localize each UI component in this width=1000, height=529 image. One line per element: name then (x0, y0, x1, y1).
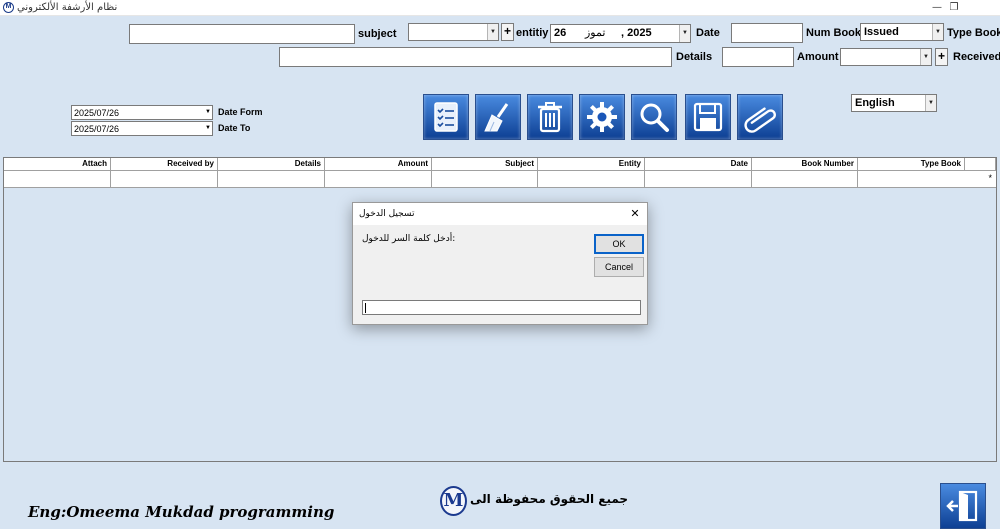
column-header-date[interactable]: Date (645, 158, 752, 171)
search-button[interactable] (631, 94, 677, 140)
row-header-corner (965, 158, 996, 171)
exit-button[interactable] (940, 483, 986, 529)
subject-label: subject (358, 28, 397, 40)
new-row-cell[interactable] (432, 171, 538, 187)
new-row-cell[interactable] (752, 171, 858, 187)
received-combo[interactable]: ▼ (840, 48, 932, 66)
new-row-cell[interactable] (325, 171, 432, 187)
num-book-field[interactable] (731, 23, 803, 43)
column-header-subject[interactable]: Subject (432, 158, 538, 171)
dialog-title-bar: تسجيل الدخول ✕ (353, 203, 647, 225)
cancel-button[interactable]: Cancel (594, 257, 644, 277)
close-icon[interactable]: ✕ (627, 206, 643, 222)
new-row-marker: * (988, 173, 992, 183)
num-book-label: Num Book (806, 27, 861, 39)
column-header-received-by[interactable]: Received by (111, 158, 218, 171)
checklist-icon (434, 102, 458, 132)
column-header-attach[interactable]: Attach (4, 158, 111, 171)
developer-signature: Eng:Omeema Mukdad programming (28, 503, 335, 521)
dialog-title: تسجيل الدخول (359, 209, 415, 219)
date-day: 26 (554, 27, 567, 39)
new-row-cell[interactable] (538, 171, 645, 187)
date-month: تموز (585, 27, 606, 39)
broom-icon (484, 103, 509, 132)
paperclip-icon (744, 107, 776, 133)
clear-button[interactable] (475, 94, 521, 140)
column-header-details[interactable]: Details (218, 158, 325, 171)
title-bar: M نظام الأرشفة الألكتروني — ❐ (0, 0, 1000, 16)
dialog-prompt: أدخل كلمة السر للدخول: (362, 234, 456, 244)
search-icon (640, 103, 669, 132)
delete-button[interactable] (527, 94, 573, 140)
amount-field[interactable] (722, 47, 794, 67)
date-to-value: 2025/07/26 (74, 124, 120, 134)
new-row-cell[interactable] (218, 171, 325, 187)
save-icon (693, 102, 723, 132)
entity-label: entitiy (516, 27, 549, 39)
window-title: نظام الأرشفة الألكتروني (17, 2, 118, 13)
entity-combo[interactable]: ▼ (408, 23, 499, 41)
password-input[interactable] (362, 300, 641, 315)
settings-button[interactable] (579, 94, 625, 140)
date-label: Date (696, 27, 720, 39)
subject-field[interactable] (129, 24, 355, 44)
restore-button[interactable]: ❐ (943, 0, 965, 16)
received-label: Received (953, 51, 1000, 63)
date-picker[interactable]: 26 تموز , 2025 ▼ (550, 24, 691, 43)
copyright-text: جميع الحقوق محفوظة الى (470, 492, 629, 506)
login-dialog: تسجيل الدخول ✕ أدخل كلمة السر للدخول: OK… (352, 202, 648, 325)
text-caret (365, 303, 366, 313)
chevron-down-icon[interactable]: ▼ (679, 25, 690, 42)
app-logo: M (3, 2, 14, 13)
ok-button[interactable]: OK (594, 234, 644, 254)
language-value: English (855, 97, 895, 109)
column-header-book-number[interactable]: Book Number (752, 158, 858, 171)
save-button[interactable] (685, 94, 731, 140)
gear-icon (587, 102, 617, 132)
details-label: Details (676, 51, 713, 63)
type-book-combo[interactable]: Issued ▼ (860, 23, 944, 41)
column-header-type-book[interactable]: Type Book (858, 158, 965, 171)
add-entity-button[interactable]: + (501, 23, 514, 41)
details-field[interactable] (279, 47, 672, 67)
trash-icon (538, 102, 562, 133)
date-from-picker[interactable]: 2025/07/26 ▼ (71, 105, 213, 120)
brand-logo: M (440, 486, 467, 516)
amount-label: Amount (797, 51, 839, 63)
chevron-down-icon[interactable]: ▼ (487, 24, 498, 40)
date-to-label: Date To (218, 123, 251, 133)
column-header-amount[interactable]: Amount (325, 158, 432, 171)
column-header-entity[interactable]: Entity (538, 158, 645, 171)
date-year: , 2025 (621, 27, 652, 39)
chevron-down-icon[interactable]: ▼ (932, 24, 943, 40)
chevron-down-icon[interactable]: ▼ (205, 123, 211, 134)
attach-button[interactable] (737, 94, 783, 140)
type-book-label: Type Book (947, 27, 1000, 39)
chevron-down-icon[interactable]: ▼ (920, 49, 931, 65)
type-book-value: Issued (864, 26, 899, 38)
new-row-cell[interactable] (645, 171, 752, 187)
date-to-picker[interactable]: 2025/07/26 ▼ (71, 121, 213, 136)
date-from-value: 2025/07/26 (74, 108, 120, 118)
new-row-cell[interactable] (111, 171, 218, 187)
new-row-cell[interactable] (858, 171, 996, 187)
add-received-button[interactable]: + (935, 48, 948, 66)
new-row-cell[interactable] (4, 171, 111, 187)
list-button[interactable] (423, 94, 469, 140)
chevron-down-icon[interactable]: ▼ (925, 95, 936, 111)
date-from-label: Date Form (218, 107, 263, 117)
language-select[interactable]: English ▼ (851, 94, 937, 112)
exit-door-icon (946, 490, 978, 522)
chevron-down-icon[interactable]: ▼ (205, 107, 211, 118)
